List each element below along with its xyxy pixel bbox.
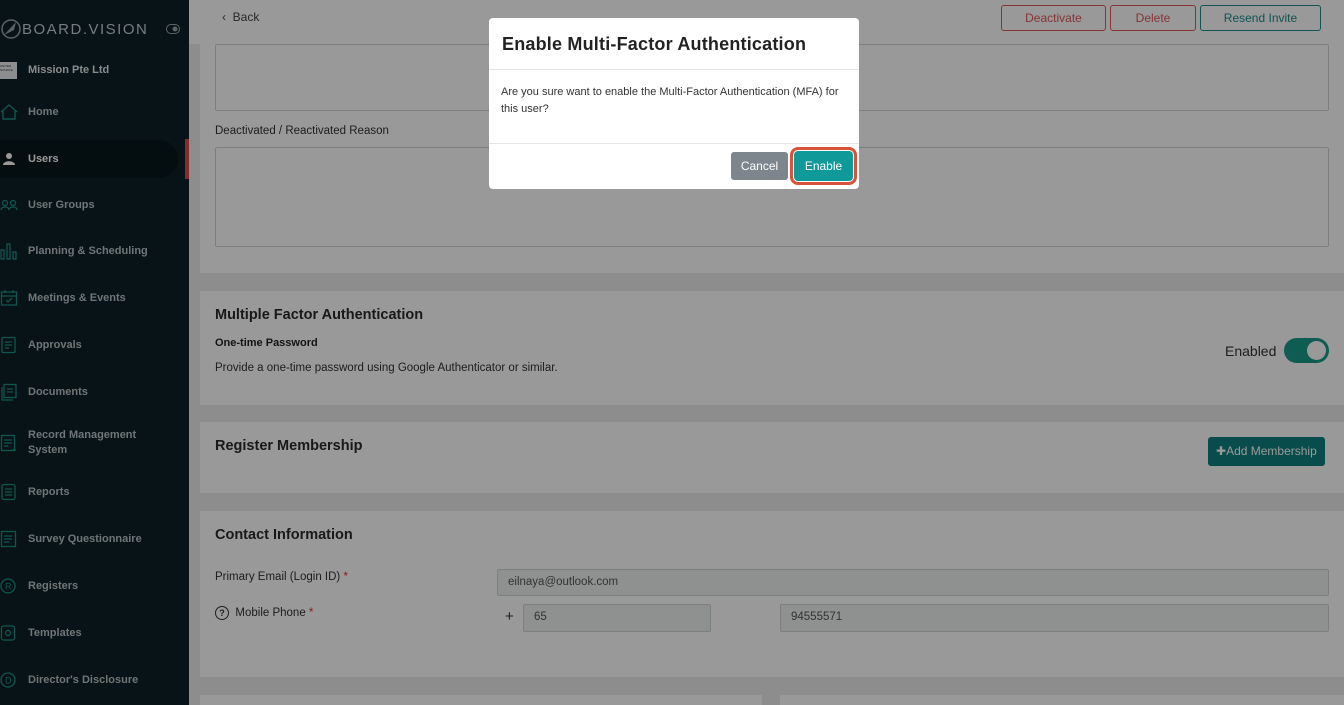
dialog-title: Enable Multi-Factor Authentication bbox=[502, 34, 807, 54]
enable-mfa-dialog: Enable Multi-Factor Authentication Are y… bbox=[489, 18, 859, 189]
cancel-button[interactable]: Cancel bbox=[731, 152, 788, 180]
dialog-message: Are you sure want to enable the Multi-Fa… bbox=[501, 86, 839, 115]
divider bbox=[489, 69, 859, 70]
enable-button[interactable]: Enable bbox=[794, 151, 853, 181]
divider bbox=[489, 143, 859, 144]
